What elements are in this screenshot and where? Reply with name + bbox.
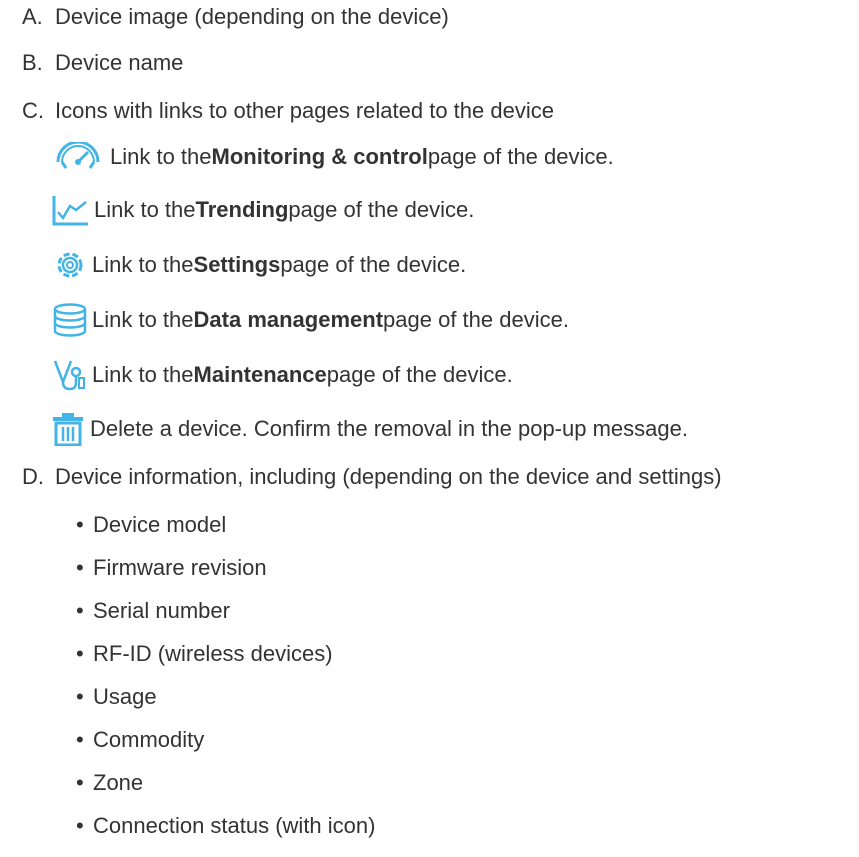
list-item: • Connection status (with icon): [76, 811, 375, 841]
list-item: • Commodity: [76, 725, 204, 755]
list-item: • Device model: [76, 510, 226, 540]
trending-chart-icon[interactable]: [52, 194, 90, 226]
trash-icon[interactable]: [52, 412, 84, 446]
list-item: • Firmware revision: [76, 553, 267, 583]
delete-text: Delete a device. Confirm the removal in …: [90, 416, 688, 441]
bullet: •: [76, 770, 84, 795]
list-item-text: Serial number: [93, 598, 230, 623]
list-item-text: Connection status (with icon): [93, 813, 376, 838]
list-item-text: Zone: [93, 770, 144, 795]
bullet: •: [76, 598, 84, 623]
list-item-text: Firmware revision: [93, 555, 267, 580]
list-item-text: RF-ID (wireless devices): [93, 641, 333, 666]
bullet: •: [76, 641, 84, 666]
section-text: Device information, including (depending…: [55, 464, 722, 489]
list-item-text: Device model: [93, 512, 227, 537]
section-letter: B.: [22, 50, 43, 75]
link-prefix: Link to the: [110, 144, 212, 169]
monitoring-link-row: Link to the Monitoring & control page of…: [52, 137, 614, 177]
section-letter: D.: [22, 464, 44, 489]
document-page: A. Device image (depending on the device…: [0, 0, 859, 857]
link-prefix: Link to the: [92, 252, 194, 277]
list-item: • Zone: [76, 768, 143, 798]
section-letter: C.: [22, 98, 44, 123]
list-item: • Serial number: [76, 596, 230, 626]
database-icon[interactable]: [52, 303, 88, 337]
trending-link-row: Link to the Trending page of the device.: [52, 190, 474, 230]
delete-device-row: Delete a device. Confirm the removal in …: [52, 408, 688, 450]
data-management-link-row: Link to the Data management page of the …: [52, 300, 569, 340]
link-suffix: page of the device.: [288, 197, 475, 222]
link-suffix: page of the device.: [427, 144, 614, 169]
link-suffix: page of the device.: [280, 252, 467, 277]
link-target: Monitoring & control: [211, 144, 428, 169]
link-prefix: Link to the: [94, 197, 196, 222]
bullet: •: [76, 727, 84, 752]
bullet: •: [76, 555, 84, 580]
bullet: •: [76, 684, 84, 709]
link-target: Settings: [193, 252, 281, 277]
link-target: Maintenance: [193, 362, 327, 387]
list-item: • RF-ID (wireless devices): [76, 639, 333, 669]
section-text: Device name: [55, 50, 184, 75]
stethoscope-icon[interactable]: [52, 358, 86, 392]
list-item: • Usage: [76, 682, 157, 712]
link-target: Data management: [193, 307, 384, 332]
gear-icon[interactable]: [52, 248, 88, 282]
speedometer-icon[interactable]: [52, 142, 104, 172]
list-item-text: Usage: [93, 684, 157, 709]
link-target: Trending: [195, 197, 289, 222]
bullet: •: [76, 512, 84, 537]
link-prefix: Link to the: [92, 307, 194, 332]
link-prefix: Link to the: [92, 362, 194, 387]
section-text: Icons with links to other pages related …: [55, 98, 554, 123]
list-item-text: Commodity: [93, 727, 205, 752]
bullet: •: [76, 813, 84, 838]
section-text: Device image (depending on the device): [55, 4, 449, 29]
link-suffix: page of the device.: [383, 307, 569, 332]
maintenance-link-row: Link to the Maintenance page of the devi…: [52, 355, 513, 395]
settings-link-row: Link to the Settings page of the device.: [52, 245, 466, 285]
section-letter: A.: [22, 4, 43, 29]
link-suffix: page of the device.: [326, 362, 513, 387]
